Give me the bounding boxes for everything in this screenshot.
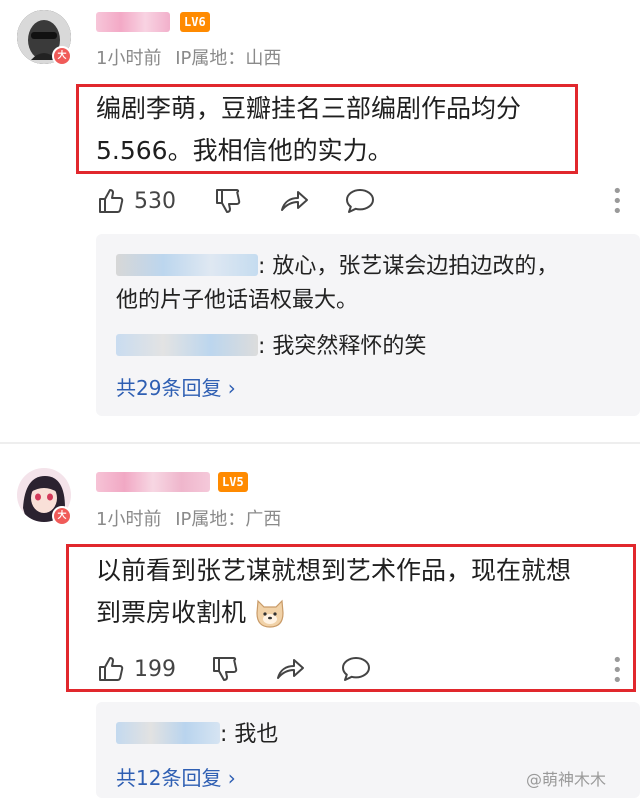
- share-arrow-icon: [281, 191, 308, 211]
- reply-text: : 放心，张艺谋会边拍边改的，: [258, 254, 559, 279]
- thumbs-up-icon: [99, 657, 124, 681]
- username-blurred[interactable]: [96, 12, 170, 32]
- share-button[interactable]: [278, 186, 310, 220]
- comment-divider: [0, 442, 640, 444]
- comment-text-line: 以前看到张艺谋就想到艺术作品，现在就想: [96, 556, 572, 585]
- comment-time: 1小时前: [96, 48, 162, 69]
- view-more-replies-link[interactable]: 共29条回复 ›: [116, 372, 236, 401]
- comment-text-line: 5.566。我相信他的实力。: [96, 136, 393, 165]
- more-options-icon[interactable]: • • •: [612, 652, 623, 690]
- user-level-badge: LV5: [218, 472, 248, 492]
- comment-text-line: 编剧李萌，豆瓣挂名三部编剧作品均分: [96, 94, 522, 123]
- like-button[interactable]: 530: [96, 186, 176, 216]
- speech-bubble-icon: [346, 189, 374, 213]
- reply-username-blurred[interactable]: [116, 254, 258, 276]
- thumbs-up-icon: [99, 189, 124, 213]
- speech-bubble-icon: [342, 657, 370, 681]
- dislike-button[interactable]: [210, 654, 240, 688]
- verified-badge: 大: [52, 46, 72, 66]
- thumbs-down-icon: [216, 189, 241, 213]
- like-count: 199: [134, 656, 176, 682]
- reply-item[interactable]: : 我也: [116, 718, 616, 752]
- comment-text-segment: 到票房收割机: [96, 598, 247, 627]
- reply-text: : 我突然释怀的笑: [258, 334, 427, 359]
- reply-item[interactable]: : 放心，张艺谋会边拍边改的， 他的片子他话语权最大。: [116, 250, 616, 318]
- dislike-button[interactable]: [213, 186, 243, 220]
- watermark: @萌神木木: [526, 770, 607, 789]
- comment-meta: 1小时前 IP属地：广西: [96, 505, 281, 531]
- dog-emoji-icon: [256, 599, 284, 628]
- comment-meta: 1小时前 IP属地：山西: [96, 44, 281, 70]
- reply-button[interactable]: [340, 654, 372, 688]
- thumbs-down-icon: [213, 657, 238, 681]
- username-blurred[interactable]: [96, 472, 210, 492]
- ip-location: IP属地：广西: [175, 509, 282, 530]
- reply-item[interactable]: : 我突然释怀的笑: [116, 330, 616, 364]
- reply-text: : 我也: [220, 722, 279, 747]
- reply-text: 他的片子他话语权最大。: [116, 288, 359, 313]
- reply-username-blurred[interactable]: [116, 722, 220, 744]
- verified-badge: 大: [52, 506, 72, 526]
- comment-text: 编剧李萌，豆瓣挂名三部编剧作品均分 5.566。我相信他的实力。: [96, 88, 576, 172]
- share-button[interactable]: [274, 654, 306, 688]
- comment-time: 1小时前: [96, 509, 162, 530]
- share-arrow-icon: [277, 659, 304, 679]
- more-options-icon[interactable]: • • •: [612, 183, 623, 221]
- reply-button[interactable]: [344, 186, 376, 220]
- like-button[interactable]: 199: [96, 654, 176, 684]
- ip-location: IP属地：山西: [175, 48, 282, 69]
- like-count: 530: [134, 188, 176, 214]
- comment-text: 以前看到张艺谋就想到艺术作品，现在就想 到票房收割机: [96, 550, 636, 634]
- user-level-badge: LV6: [180, 12, 210, 32]
- reply-username-blurred[interactable]: [116, 334, 258, 356]
- view-more-replies-link[interactable]: 共12条回复 ›: [116, 762, 236, 791]
- comment-text-line: 到票房收割机: [96, 592, 636, 634]
